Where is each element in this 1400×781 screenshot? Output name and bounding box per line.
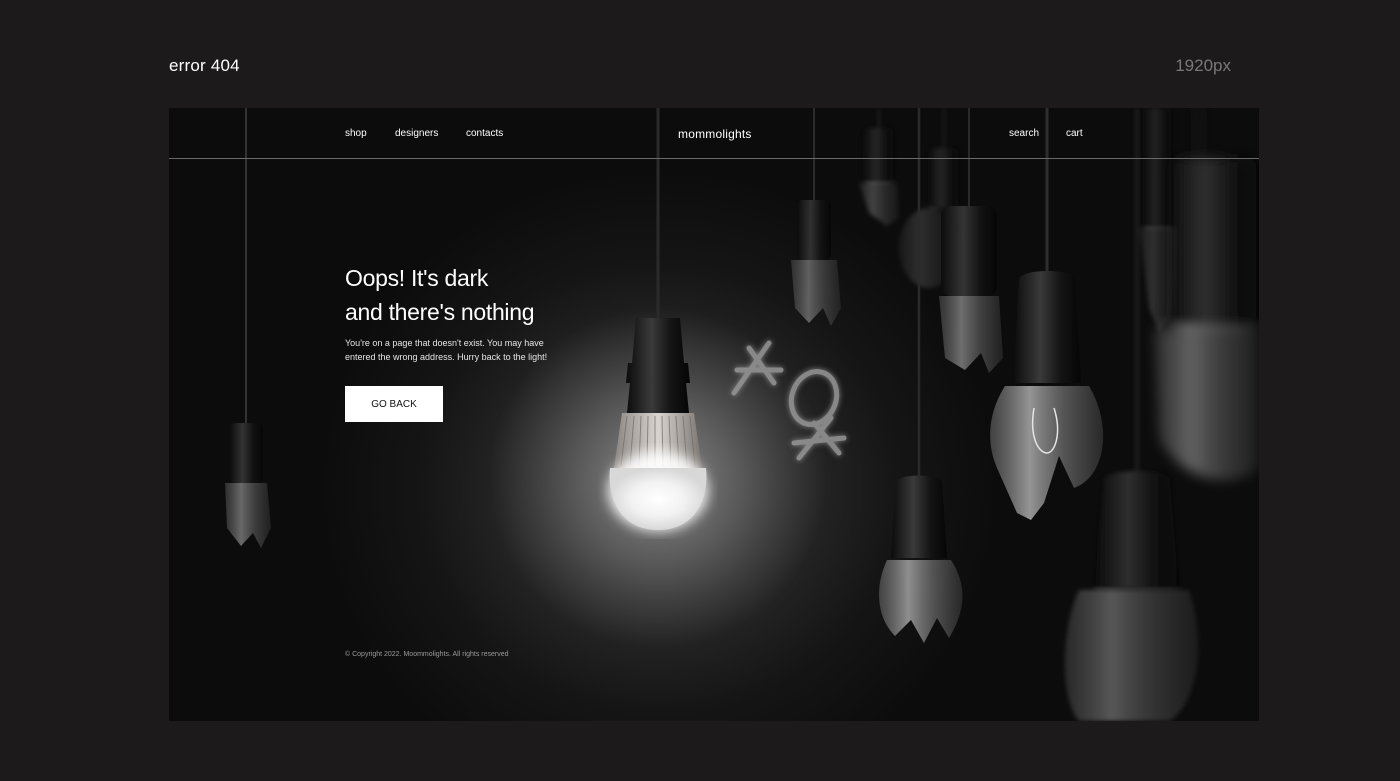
- brand-logo[interactable]: mommolights: [678, 127, 752, 141]
- headline-line-2: and there's nothing: [345, 299, 535, 325]
- nav-designers-link[interactable]: designers: [395, 128, 438, 139]
- presentation-width-label: 1920px: [1175, 56, 1231, 75]
- broken-bulb-icon: [225, 108, 271, 548]
- nav-search-link[interactable]: search: [1009, 128, 1039, 139]
- nav-shop-link[interactable]: shop: [345, 128, 367, 139]
- presentation-title: error 404: [169, 56, 240, 75]
- hanging-bulbs-scene: [225, 108, 1259, 721]
- error-description: You're on a page that doesn't exist. You…: [345, 338, 548, 362]
- page-title: Oops! It's dark and there's nothing: [345, 261, 605, 329]
- headline-line-1: Oops! It's dark: [345, 265, 489, 291]
- nav-cart-link[interactable]: cart: [1066, 128, 1083, 139]
- broken-bulb-icon: [990, 108, 1104, 520]
- light-bulb-icon: [488, 108, 828, 648]
- footer-copyright: © Copyright 2022. Moommolights. All righ…: [345, 651, 509, 658]
- go-back-button[interactable]: GO BACK: [345, 386, 443, 422]
- website-frame: shop designers contacts mommolights sear…: [169, 108, 1259, 721]
- site-header: shop designers contacts mommolights sear…: [169, 108, 1259, 159]
- nav-contacts-link[interactable]: contacts: [466, 128, 503, 139]
